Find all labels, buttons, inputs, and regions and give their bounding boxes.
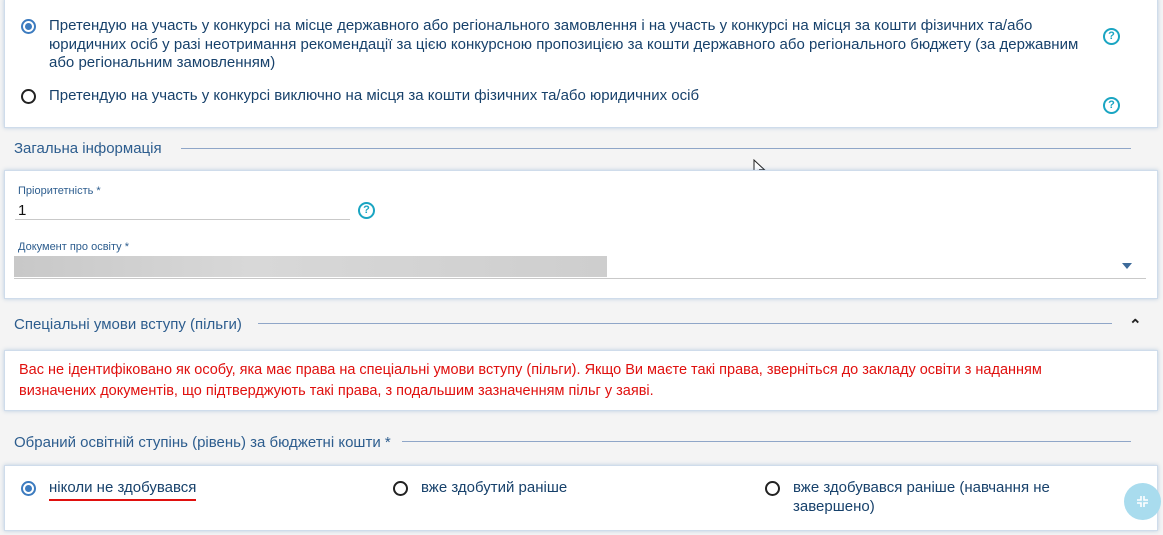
- help-icon[interactable]: ?: [358, 202, 375, 219]
- special-conditions-title: Спеціальні умови вступу (пільги): [14, 316, 242, 333]
- section-divider: [258, 323, 1112, 324]
- education-document-select[interactable]: [14, 256, 1146, 278]
- general-info-title: Загальна інформація: [14, 140, 162, 157]
- priority-input-underline: [15, 219, 350, 220]
- funding-option-2-radio[interactable]: [21, 89, 36, 104]
- degree-title: Обраний освітній ступінь (рівень) за бюд…: [14, 434, 391, 451]
- funding-option-2-label[interactable]: Претендую на участь у конкурсі виключно …: [49, 87, 1079, 106]
- degree-option-incomplete-label[interactable]: вже здобувався раніше (навчання не завер…: [793, 479, 1083, 516]
- degree-option-never-radio[interactable]: [21, 481, 36, 496]
- special-conditions-warning: Вас не ідентифіковано як особу, яка має …: [19, 362, 1042, 399]
- funding-option-1-radio[interactable]: [21, 19, 36, 34]
- compress-icon: [1137, 496, 1148, 507]
- help-icon[interactable]: ?: [1103, 28, 1120, 45]
- education-document-redacted: [14, 256, 607, 277]
- chevron-down-icon[interactable]: [1122, 263, 1132, 269]
- education-document-underline: [14, 278, 1146, 279]
- education-document-label: Документ про освіту *: [18, 241, 130, 253]
- degree-option-never-label[interactable]: ніколи не здобувався: [49, 479, 197, 501]
- degree-options-card: ніколи не здобувався вже здобутий раніше…: [4, 465, 1158, 531]
- degree-option-incomplete-radio[interactable]: [765, 481, 780, 496]
- help-icon[interactable]: ?: [1103, 97, 1120, 114]
- section-divider: [402, 441, 1131, 442]
- collapse-fab[interactable]: [1124, 483, 1161, 520]
- special-conditions-warning-card: Вас не ідентифіковано як особу, яка має …: [4, 350, 1158, 411]
- general-info-card: Пріоритетність * 1 ? Документ про освіту…: [4, 170, 1158, 299]
- section-divider: [181, 148, 1131, 149]
- priority-input[interactable]: 1: [18, 202, 26, 219]
- degree-option-obtained-label[interactable]: вже здобутий раніше: [421, 479, 567, 498]
- funding-options-card: Претендую на участь у конкурсі на місце …: [4, 0, 1158, 128]
- funding-option-1-label[interactable]: Претендую на участь у конкурсі на місце …: [49, 17, 1079, 73]
- priority-label: Пріоритетність *: [18, 185, 101, 197]
- chevron-up-icon[interactable]: ⌃: [1129, 318, 1142, 333]
- degree-option-obtained-radio[interactable]: [393, 481, 408, 496]
